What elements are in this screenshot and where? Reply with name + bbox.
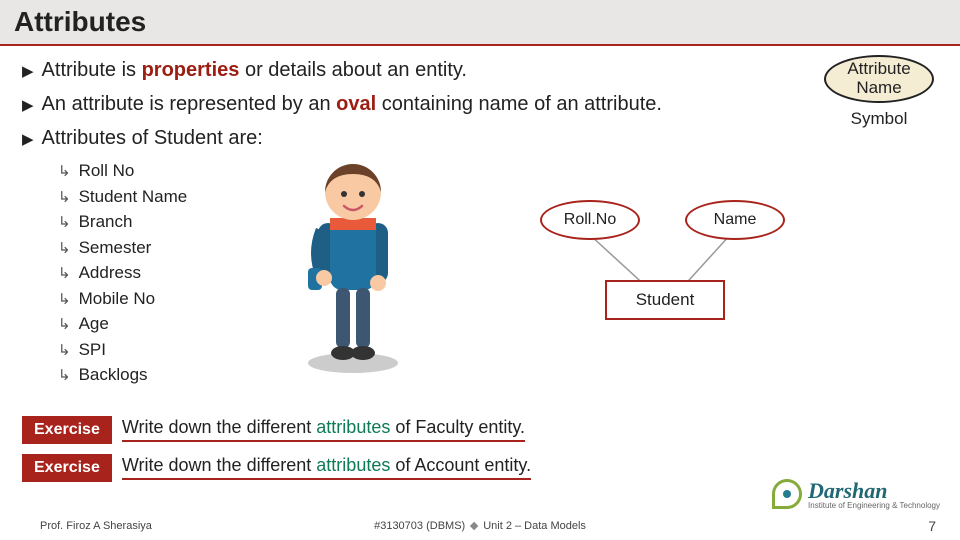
list-item: ↳ Age	[58, 311, 940, 337]
ex1-attr: attributes	[316, 417, 390, 437]
triangle-bullet-icon: ▶	[22, 61, 34, 82]
bullet-1-post: or details about an entity.	[239, 59, 467, 81]
arrow-bullet-icon: ↳	[58, 187, 71, 210]
list-item: ↳ Address	[58, 260, 940, 286]
bullet-3-text: Attributes of Student are:	[42, 124, 263, 152]
sub-item-label: Mobile No	[79, 286, 156, 312]
footer-unit: Unit 2 – Data Models	[483, 520, 586, 532]
arrow-bullet-icon: ↳	[58, 161, 71, 184]
slide-footer: Prof. Firoz A Sherasiya #3130703 (DBMS) …	[0, 512, 960, 540]
symbol-definition: Attribute Name Symbol	[824, 55, 934, 129]
page-number: 7	[928, 518, 936, 534]
triangle-bullet-icon: ▶	[22, 129, 34, 150]
list-item: ↳ Backlogs	[58, 362, 940, 388]
footer-professor: Prof. Firoz A Sherasiya	[40, 520, 152, 532]
exercise-row-1: Exercise Write down the different attrib…	[22, 416, 940, 444]
bullet-1-highlight: properties	[142, 59, 240, 81]
triangle-bullet-icon: ▶	[22, 95, 34, 116]
bullet-2-highlight: oval	[336, 93, 376, 115]
list-item: ↳ Mobile No	[58, 286, 940, 312]
er-entity-student: Student	[605, 280, 725, 320]
sub-item-label: SPI	[79, 337, 106, 363]
bullet-3: ▶ Attributes of Student are:	[22, 124, 940, 152]
attribute-symbol-ellipse: Attribute Name	[824, 55, 934, 103]
sub-item-label: Branch	[79, 209, 133, 235]
er-attr-rollno: Roll.No	[540, 200, 640, 240]
arrow-bullet-icon: ↳	[58, 212, 71, 235]
ex1-post: of Faculty entity.	[390, 417, 525, 437]
arrow-bullet-icon: ↳	[58, 238, 71, 261]
slide-header: Attributes	[0, 0, 960, 46]
ex1-pre: Write down the different	[122, 417, 316, 437]
ex2-post: of Account entity.	[390, 455, 531, 475]
symbol-text: Attribute Name	[826, 60, 932, 97]
arrow-bullet-icon: ↳	[58, 340, 71, 363]
diamond-separator-icon	[470, 522, 478, 530]
attribute-sublist: ↳ Roll No ↳ Student Name ↳ Branch ↳ Semester…	[58, 158, 940, 388]
list-item: ↳ Student Name	[58, 184, 940, 210]
sub-item-label: Semester	[79, 235, 152, 261]
slide-content: ▶ Attribute is properties or details abo…	[0, 46, 960, 482]
symbol-label: Symbol	[824, 109, 934, 129]
list-item: ↳ SPI	[58, 337, 940, 363]
logo-mark-icon	[772, 479, 802, 509]
bullet-1: ▶ Attribute is properties or details abo…	[22, 56, 940, 84]
arrow-bullet-icon: ↳	[58, 314, 71, 337]
ex2-pre: Write down the different	[122, 455, 316, 475]
sub-item-label: Address	[79, 260, 141, 286]
exercise-label: Exercise	[22, 454, 112, 482]
exercise-label: Exercise	[22, 416, 112, 444]
er-attr-name: Name	[685, 200, 785, 240]
ex2-attr: attributes	[316, 455, 390, 475]
arrow-bullet-icon: ↳	[58, 289, 71, 312]
sub-item-label: Backlogs	[79, 362, 148, 388]
arrow-bullet-icon: ↳	[58, 365, 71, 388]
arrow-bullet-icon: ↳	[58, 263, 71, 286]
bullet-1-pre: Attribute is	[42, 59, 142, 81]
sub-item-label: Roll No	[79, 158, 135, 184]
er-diagram: Roll.No Name Student	[530, 195, 800, 345]
student-illustration	[278, 148, 428, 378]
exercise-block: Exercise Write down the different attrib…	[22, 416, 940, 482]
institute-logo: Darshan Institute of Engineering & Techn…	[772, 478, 940, 510]
list-item: ↳ Semester	[58, 235, 940, 261]
bullet-2-pre: An attribute is represented by an	[42, 93, 337, 115]
sub-item-label: Age	[79, 311, 109, 337]
bullet-2: ▶ An attribute is represented by an oval…	[22, 90, 940, 118]
sub-item-label: Student Name	[79, 184, 188, 210]
logo-subtitle: Institute of Engineering & Technology	[808, 501, 940, 510]
slide-title: Attributes	[14, 6, 146, 38]
list-item: ↳ Branch	[58, 209, 940, 235]
bullet-2-post: containing name of an attribute.	[376, 93, 662, 115]
footer-course-code: #3130703 (DBMS)	[374, 520, 465, 532]
list-item: ↳ Roll No	[58, 158, 940, 184]
